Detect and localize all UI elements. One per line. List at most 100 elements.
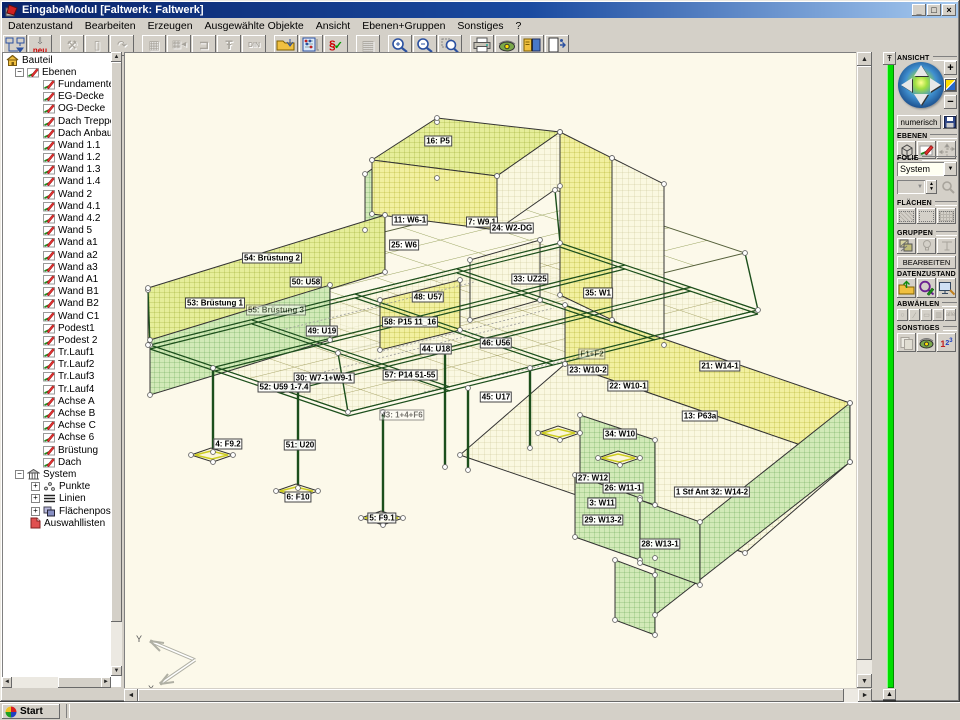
misc-sheets-button[interactable]	[897, 333, 916, 352]
tree-item-tr.lauf2[interactable]: Tr.Lauf2	[3, 359, 111, 371]
data-inspect-button[interactable]	[917, 278, 936, 298]
model-label[interactable]: 34: W10	[603, 429, 637, 440]
folie-spinner[interactable]: ▲▼	[926, 180, 937, 194]
model-label[interactable]: 45: U17	[480, 392, 512, 403]
model-label[interactable]: 28: W13-1	[639, 539, 680, 550]
menu-item-bearbeiten[interactable]: Bearbeiten	[80, 19, 141, 33]
tree-item-dach-anbau[interactable]: Dach Anbau	[3, 127, 111, 139]
folie-select[interactable]: System	[897, 162, 944, 176]
tree-root-bauteil[interactable]: Bauteil	[3, 54, 111, 66]
panel-eject-button[interactable]: ▲	[883, 689, 896, 702]
tree-scroll-down-button[interactable]: ▼	[111, 666, 122, 676]
zoom-in-button[interactable]: +	[944, 61, 957, 75]
tree-item-wand-c1[interactable]: Wand C1	[3, 310, 111, 322]
tree-item-achse-b[interactable]: Achse B	[3, 407, 111, 419]
model-label[interactable]: 50: U58	[290, 277, 322, 288]
model-label[interactable]: 55: Brüstung 3	[246, 305, 306, 316]
canvas-hscrollbar-thumb[interactable]	[138, 689, 844, 702]
rotate-right-button[interactable]	[930, 78, 941, 92]
model-label[interactable]: 48: U57	[412, 292, 444, 303]
start-button[interactable]: Start	[2, 704, 60, 719]
model-label[interactable]: 26: W11-1	[603, 483, 644, 494]
canvas-horizontal-scrollbar[interactable]: ◄ ►	[124, 689, 872, 702]
save-view-button[interactable]	[943, 115, 957, 129]
data-screen-button[interactable]	[937, 278, 956, 298]
menu-item-erzeugen[interactable]: Erzeugen	[143, 19, 198, 33]
tree-item-wand-1.1[interactable]: Wand 1.1	[3, 139, 111, 151]
tree-item-achse-6[interactable]: Achse 6	[3, 432, 111, 444]
tree-hscrollbar-thumb[interactable]	[58, 677, 102, 688]
model-label[interactable]: 57: P14 51-55	[383, 370, 438, 381]
tree-item-wand-5[interactable]: Wand 5	[3, 225, 111, 237]
tree-item-dach[interactable]: Dach	[3, 456, 111, 468]
model-label[interactable]: 25: W6	[389, 240, 419, 251]
model-label[interactable]: F1+F2	[578, 349, 605, 360]
model-label[interactable]: 29: W13-2	[582, 515, 623, 526]
tree-item-eg-decke[interactable]: EG-Decke	[3, 91, 111, 103]
tree-item-dach-treppenha[interactable]: Dach Treppenha	[3, 115, 111, 127]
menu-item-sonstiges[interactable]: Sonstiges	[452, 19, 508, 33]
rotate-left-button[interactable]	[901, 78, 912, 92]
tree-horizontal-scrollbar[interactable]: ◄ ►	[2, 677, 111, 688]
tree-item-wand-a2[interactable]: Wand a2	[3, 249, 111, 261]
tree-item-achse-c[interactable]: Achse C	[3, 420, 111, 432]
group-lamp-button[interactable]	[917, 238, 936, 254]
tree-item-achse-a[interactable]: Achse A	[3, 395, 111, 407]
model-label[interactable]: 44: U18	[420, 344, 452, 355]
model-label[interactable]: 54: Brüstung 2	[242, 253, 302, 264]
canvas-scroll-left-button[interactable]: ◄	[124, 689, 138, 702]
group-t-button[interactable]	[937, 238, 956, 254]
tree-scroll-left-button[interactable]: ◄	[2, 677, 12, 688]
tree-item-wand-a3[interactable]: Wand a3	[3, 261, 111, 273]
tree-item-wand-1.3[interactable]: Wand 1.3	[3, 164, 111, 176]
model-label[interactable]: 52: U59 1-7.4	[258, 382, 311, 393]
misc-view-button[interactable]	[917, 333, 936, 352]
tree-expander[interactable]: +	[31, 494, 40, 503]
tree-item-punkte[interactable]: +Punkte	[3, 481, 111, 493]
bearbeiten-button[interactable]: BEARBEITEN	[897, 256, 956, 269]
tree-expander[interactable]: +	[31, 507, 40, 516]
model-label[interactable]: 16: P5	[424, 136, 452, 147]
deselect-all-button[interactable]: alle	[945, 309, 956, 321]
close-button[interactable]: ×	[942, 4, 956, 16]
area-hatch-button[interactable]	[897, 208, 916, 224]
tree-scrollbar-thumb[interactable]	[111, 62, 122, 622]
model-label[interactable]: 49: U19	[306, 326, 338, 337]
title-bar[interactable]: EingabeModul [Faltwerk: Faltwerk] _ □ ×	[2, 2, 958, 18]
canvas-scroll-right-button[interactable]: ►	[858, 689, 872, 702]
tree-item-wand-1.4[interactable]: Wand 1.4	[3, 176, 111, 188]
model-viewport[interactable]: YX 16: P511: W6-17: W9.124: W2-DG25: W65…	[124, 52, 856, 688]
model-label[interactable]: 3: W11	[587, 498, 616, 509]
canvas-vertical-scrollbar[interactable]: ▲ ▼	[857, 52, 872, 688]
menu-item-?[interactable]: ?	[511, 19, 527, 33]
tree-item-wand-b1[interactable]: Wand B1	[3, 286, 111, 298]
model-label[interactable]: 53: Brüstung 1	[185, 298, 245, 309]
tree-item-br-stung[interactable]: Brüstung	[3, 444, 111, 456]
deselect-area-button[interactable]: ▭	[921, 309, 932, 321]
tree-item-wand-a1[interactable]: Wand A1	[3, 273, 111, 285]
area-grid-button[interactable]	[937, 208, 956, 224]
model-label[interactable]: 1 Stf Ant 32: W14-2	[674, 487, 750, 498]
canvas-scroll-up-button[interactable]: ▲	[857, 52, 872, 66]
numeric-view-button[interactable]: numerisch	[897, 115, 941, 129]
folie-dropdown-button[interactable]: ▼	[944, 162, 957, 176]
model-label[interactable]: 46: U56	[480, 338, 512, 349]
model-label[interactable]: 5: F9.1	[367, 513, 396, 524]
menu-item-ausgew-hlte-objekte[interactable]: Ausgewählte Objekte	[200, 19, 309, 33]
tree-expander[interactable]: −	[15, 68, 24, 77]
tree-item-tr.lauf3[interactable]: Tr.Lauf3	[3, 371, 111, 383]
model-label[interactable]: 11: W6-1	[392, 215, 428, 226]
tree-item-fl-chenpositione[interactable]: +Flächenpositione	[3, 505, 111, 517]
zoom-split-button[interactable]	[944, 78, 957, 92]
spinner-down-icon[interactable]: ▼	[929, 187, 934, 192]
tree-item-wand-4.1[interactable]: Wand 4.1	[3, 200, 111, 212]
deselect-columns-button[interactable]: ▥	[933, 309, 944, 321]
data-load-button[interactable]	[897, 278, 916, 298]
model-label[interactable]: 43: 1+4+F6	[379, 410, 424, 421]
tree-item-wand-1.2[interactable]: Wand 1.2	[3, 152, 111, 164]
canvas-scrollbar-thumb[interactable]	[857, 66, 872, 660]
tree-item-wand-a1[interactable]: Wand a1	[3, 237, 111, 249]
tree-scroll-up-button[interactable]: ▲	[111, 52, 122, 62]
minimize-button[interactable]: _	[912, 4, 926, 16]
rotate-up-button[interactable]	[914, 65, 928, 76]
